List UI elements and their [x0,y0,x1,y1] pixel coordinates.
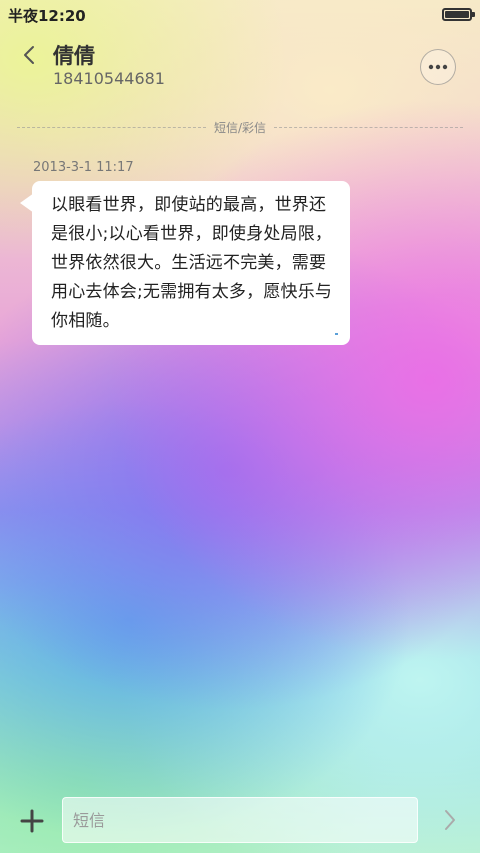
contact-number[interactable]: 18410544681 [53,69,165,88]
battery-fill [445,11,469,18]
back-button[interactable] [14,40,44,70]
send-button[interactable] [436,805,464,835]
plus-icon [20,809,44,833]
sms-mms-divider: 短信/彩信 [17,118,464,136]
message-bubble[interactable]: 以眼看世界，即使站的最高，世界还是很小;以心看世界，即使身处局限，世界依然很大。… [32,181,350,345]
divider-line-right [274,126,464,128]
contact-name[interactable]: 倩倩 [53,40,95,70]
divider-label: 短信/彩信 [213,120,267,135]
status-bar: 半夜12:20 [0,0,480,30]
delivery-mark-icon [335,333,338,335]
message-thread-screen: 半夜12:20 倩倩 18410544681 短信/彩信 2013-3-1 11… [0,0,480,853]
add-attachment-button[interactable] [17,806,47,836]
divider-line-left [17,126,206,128]
battery-icon [442,8,475,21]
chevron-right-icon [445,810,455,830]
chevron-left-icon [24,46,34,64]
message-text: 以眼看世界，即使站的最高，世界还是很小;以心看世界，即使身处局限，世界依然很大。… [51,195,333,331]
more-horizontal-icon [428,64,448,70]
more-options-button[interactable] [420,49,456,85]
message-timestamp: 2013-3-1 11:17 [33,160,134,175]
message-input[interactable] [62,797,418,843]
status-time: 半夜12:20 [8,7,86,25]
